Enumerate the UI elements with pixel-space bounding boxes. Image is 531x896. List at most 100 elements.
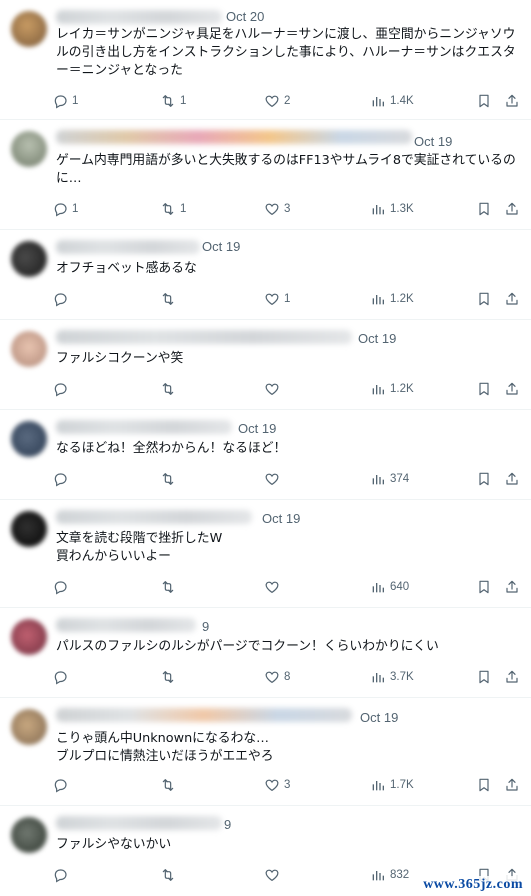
site-watermark: www.365jz.com [419, 876, 527, 894]
views-button[interactable]: 374 [370, 471, 409, 487]
share-button[interactable] [504, 291, 520, 307]
reply-button[interactable]: 1 [52, 93, 78, 109]
tweet-text: オフチョベット感あるな [56, 261, 197, 276]
bookmark-button[interactable] [476, 381, 492, 397]
bookmark-button[interactable] [476, 93, 492, 109]
like-button[interactable]: 8 [264, 669, 290, 685]
tweet-date[interactable]: Oct 20 [226, 9, 264, 24]
reply-button[interactable] [52, 471, 72, 487]
reply-button[interactable] [52, 669, 72, 685]
views-button[interactable]: 1.7K [370, 777, 414, 793]
author-name-blurred[interactable] [56, 618, 196, 632]
bookmark-icon [476, 777, 492, 793]
bookmark-button[interactable] [476, 669, 492, 685]
retweet-icon [160, 777, 176, 793]
tweet-date[interactable]: Oct 19 [202, 239, 240, 254]
tweet[interactable]: Oct 19 こりゃ頭ん中Unknownになるわな… ブルプロに情熱注いだほうが… [0, 698, 531, 806]
share-icon [504, 777, 520, 793]
tweet[interactable]: Oct 19 ファルシコクーンや笑 1.2K [0, 320, 531, 410]
avatar[interactable] [11, 619, 47, 655]
like-button[interactable]: 3 [264, 777, 290, 793]
tweet-date[interactable]: 9 [224, 817, 231, 832]
views-button[interactable]: 832 [370, 867, 409, 883]
share-button[interactable] [504, 669, 520, 685]
tweet-date[interactable]: Oct 19 [238, 421, 276, 436]
retweet-button[interactable]: 1 [160, 201, 186, 217]
views-button[interactable]: 640 [370, 579, 409, 595]
retweet-button[interactable] [160, 777, 180, 793]
reply-button[interactable] [52, 381, 72, 397]
tweet-date[interactable]: Oct 19 [262, 511, 300, 526]
retweet-button[interactable] [160, 867, 180, 883]
views-button[interactable]: 1.4K [370, 93, 414, 109]
tweet[interactable]: Oct 19 なるほどね！全然わからん！なるほど！ 374 [0, 410, 531, 500]
author-name-blurred[interactable] [56, 330, 352, 344]
avatar[interactable] [11, 817, 47, 853]
avatar[interactable] [11, 331, 47, 367]
share-button[interactable] [504, 777, 520, 793]
reply-button[interactable] [52, 291, 72, 307]
like-button[interactable]: 2 [264, 93, 290, 109]
reply-button[interactable] [52, 867, 72, 883]
like-button[interactable] [264, 381, 284, 397]
avatar[interactable] [11, 511, 47, 547]
retweet-button[interactable] [160, 471, 180, 487]
retweet-button[interactable]: 1 [160, 93, 186, 109]
author-name-blurred[interactable] [56, 130, 412, 144]
bookmark-button[interactable] [476, 201, 492, 217]
author-name-blurred[interactable] [56, 708, 352, 722]
retweet-button[interactable] [160, 381, 180, 397]
views-button[interactable]: 1.2K [370, 291, 414, 307]
heart-icon [264, 93, 280, 109]
retweet-button[interactable] [160, 669, 180, 685]
heart-icon [264, 777, 280, 793]
author-name-blurred[interactable] [56, 10, 222, 24]
tweet[interactable]: Oct 20 レイカ＝サンがニンジャ具足をハルーナ＝サンに渡し、亜空間からニンジ… [0, 0, 531, 120]
reply-button[interactable]: 1 [52, 201, 78, 217]
retweet-button[interactable] [160, 579, 180, 595]
like-button[interactable] [264, 471, 284, 487]
share-button[interactable] [504, 579, 520, 595]
tweet-date[interactable]: 9 [202, 619, 209, 634]
share-button[interactable] [504, 381, 520, 397]
like-button[interactable]: 3 [264, 201, 290, 217]
reply-button[interactable] [52, 777, 72, 793]
like-button[interactable]: 1 [264, 291, 290, 307]
avatar[interactable] [11, 421, 47, 457]
reply-count: 1 [72, 95, 79, 107]
views-button[interactable]: 1.2K [370, 381, 414, 397]
bookmark-icon [476, 669, 492, 685]
avatar[interactable] [11, 709, 47, 745]
share-button[interactable] [504, 93, 520, 109]
views-button[interactable]: 3.7K [370, 669, 414, 685]
tweet-text: パルスのファルシのルシがパージでコクーン！くらいわかりにくい [56, 639, 439, 654]
tweet[interactable]: Oct 19 文章を読む段階で挫折したW 買わんからいいよー 640 [0, 500, 531, 608]
reply-button[interactable] [52, 579, 72, 595]
tweet[interactable]: Oct 19 ゲーム内専門用語が多いと大失敗するのはFF13やサムライ8で実証さ… [0, 120, 531, 230]
avatar[interactable] [11, 11, 47, 47]
like-button[interactable] [264, 867, 284, 883]
avatar[interactable] [11, 131, 47, 167]
bookmark-button[interactable] [476, 777, 492, 793]
tweet[interactable]: Oct 19 オフチョベット感あるな 1 1.2K [0, 230, 531, 320]
tweet-text: ゲーム内専門用語が多いと大失敗するのはFF13やサムライ8で実証されているのに… [56, 153, 516, 186]
bookmark-button[interactable] [476, 579, 492, 595]
bookmark-button[interactable] [476, 471, 492, 487]
bookmark-button[interactable] [476, 291, 492, 307]
views-button[interactable]: 1.3K [370, 201, 414, 217]
retweet-button[interactable] [160, 291, 180, 307]
tweet-actions: 1 1 3 1.3K [52, 201, 522, 219]
like-button[interactable] [264, 579, 284, 595]
share-button[interactable] [504, 201, 520, 217]
tweet-date[interactable]: Oct 19 [358, 331, 396, 346]
tweet-actions: 3 1.7K [52, 777, 522, 795]
author-name-blurred[interactable] [56, 420, 232, 434]
author-name-blurred[interactable] [56, 240, 200, 254]
tweet[interactable]: 9 パルスのファルシのルシがパージでコクーン！くらいわかりにくい 8 3.7K [0, 608, 531, 698]
share-button[interactable] [504, 471, 520, 487]
author-name-blurred[interactable] [56, 510, 252, 524]
avatar[interactable] [11, 241, 47, 277]
tweet-date[interactable]: Oct 19 [414, 134, 452, 149]
tweet-date[interactable]: Oct 19 [360, 710, 398, 725]
author-name-blurred[interactable] [56, 816, 222, 830]
